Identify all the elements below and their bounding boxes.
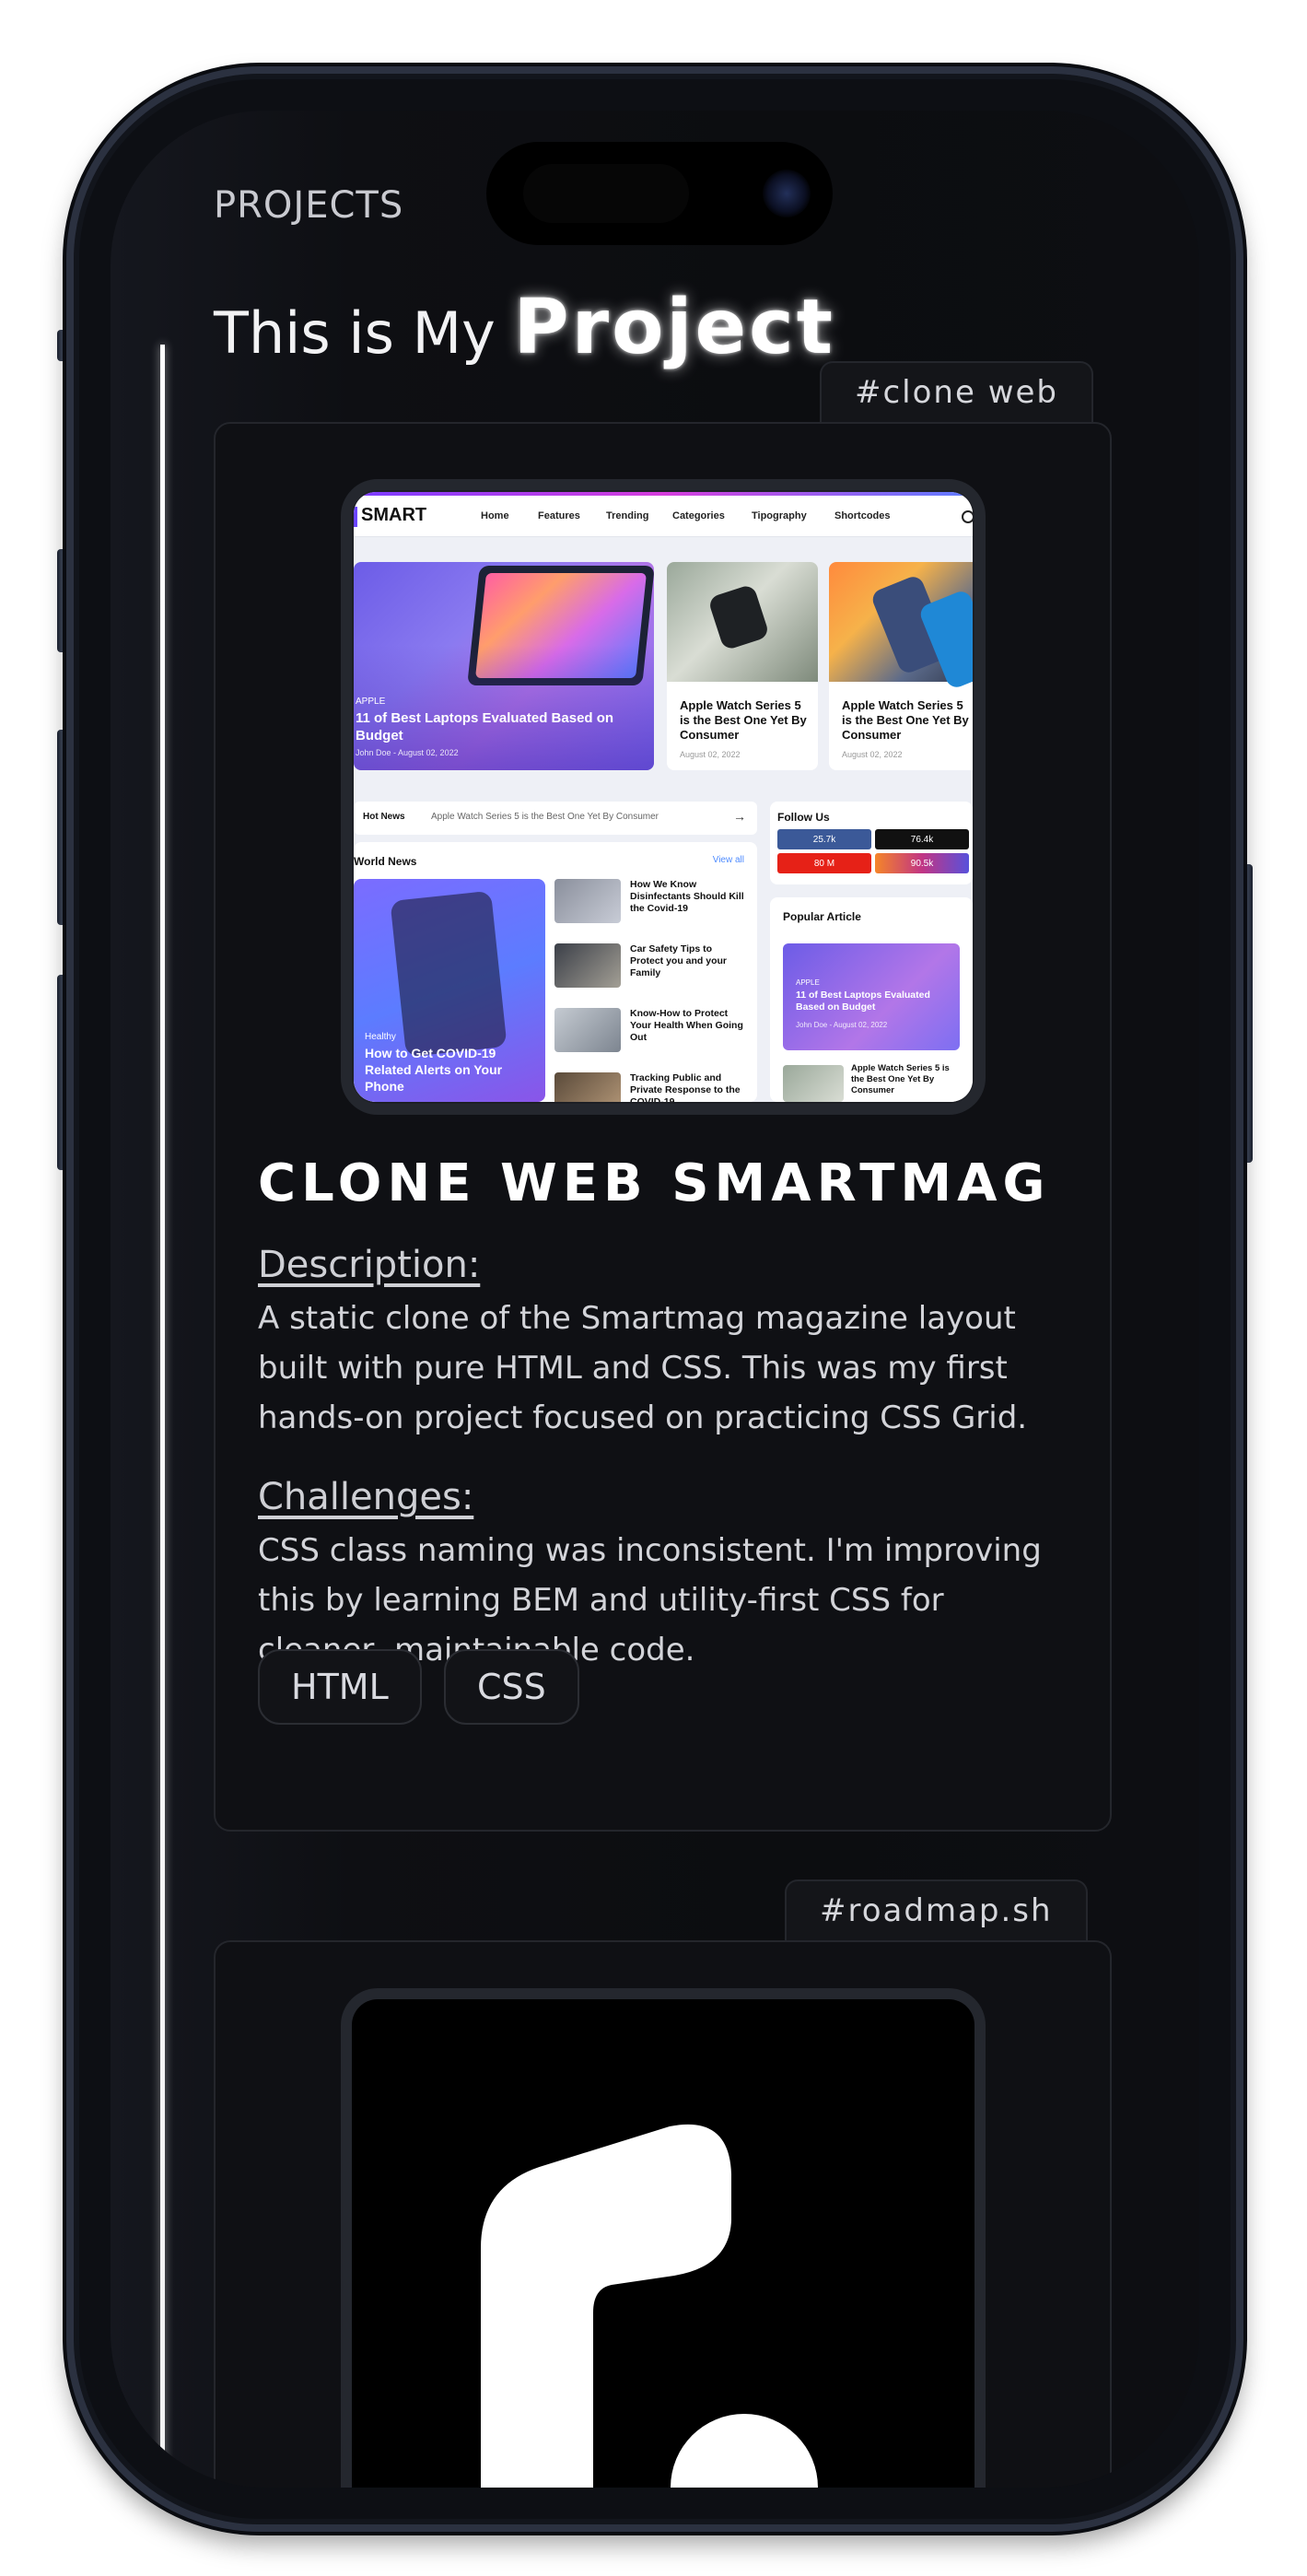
face-id-sensor bbox=[523, 164, 689, 223]
page-title-highlight: Project bbox=[513, 284, 835, 371]
preview-card-title: Apple Watch Series 5 is the Best One Yet… bbox=[680, 698, 807, 742]
preview-popular-panel: Popular Article APPLE 11 of Best Laptops… bbox=[770, 897, 973, 1102]
preview-hot-news: Hot News Apple Watch Series 5 is the Bes… bbox=[354, 802, 757, 835]
preview-follow-panel: Follow Us 25.7k 76.4k 80 M 90.5k bbox=[770, 802, 973, 884]
preview-world-news-title: World News bbox=[354, 855, 417, 868]
youtube-count: 80 M bbox=[777, 853, 871, 873]
project-card bbox=[214, 1940, 1112, 2488]
news-thumbnail bbox=[554, 879, 621, 923]
preview-news-row: Know-How to Protect Your Health When Goi… bbox=[554, 1008, 748, 1061]
preview-nav-item: Tipography bbox=[752, 510, 807, 521]
news-thumbnail bbox=[554, 943, 621, 988]
project-preview-image[interactable]: SMART Home Features Trending Categories … bbox=[341, 479, 986, 1115]
volume-up-button bbox=[57, 549, 66, 652]
preview-world-news: World News View all Healthy How to Get C… bbox=[354, 842, 757, 1102]
preview-logo-mark bbox=[354, 507, 357, 527]
preview-popular-title: Popular Article bbox=[783, 910, 861, 923]
section-label: PROJECTS bbox=[214, 184, 404, 227]
phones-image bbox=[829, 562, 973, 691]
tech-chip-css[interactable]: CSS bbox=[444, 1649, 579, 1725]
news-thumbnail bbox=[783, 1065, 844, 1102]
preview-news-title: Tracking Public and Private Response to … bbox=[630, 1072, 741, 1102]
preview-hot-news-text: Apple Watch Series 5 is the Best One Yet… bbox=[431, 812, 659, 822]
camera-lens-icon bbox=[763, 170, 811, 217]
preview-nav-item: Shortcodes bbox=[834, 510, 891, 521]
instagram-count: 90.5k bbox=[875, 853, 969, 873]
watch-image bbox=[667, 562, 818, 682]
preview-popular-image: APPLE 11 of Best Laptops Evaluated Based… bbox=[783, 943, 960, 1050]
page-title-prefix: This is My bbox=[214, 299, 496, 367]
project-tag[interactable]: #roadmap.sh bbox=[785, 1879, 1088, 1940]
preview-news-row: Car Safety Tips to Protect you and your … bbox=[554, 943, 748, 997]
page-title: This is My Project bbox=[214, 284, 835, 371]
preview-hot-news-label: Hot News bbox=[363, 812, 405, 822]
preview-navbar: SMART Home Features Trending Categories … bbox=[354, 496, 973, 537]
preview-nav-item: Home bbox=[481, 510, 509, 521]
preview-popular-category: APPLE bbox=[796, 978, 820, 987]
roadmap-logo-icon bbox=[481, 2124, 818, 2488]
project-card: SMART Home Features Trending Categories … bbox=[214, 422, 1112, 1832]
timeline-line bbox=[160, 345, 165, 2488]
preview-view-all: View all bbox=[712, 855, 744, 865]
phone-screen: PROJECTS This is My Project #clone web S… bbox=[111, 111, 1199, 2488]
project-preview-image[interactable] bbox=[341, 1988, 986, 2488]
preview-card: Apple Watch Series 5 is the Best One Yet… bbox=[667, 562, 818, 770]
preview-hero: APPLE 11 of Best Laptops Evaluated Based… bbox=[354, 562, 654, 770]
smartmag-preview: SMART Home Features Trending Categories … bbox=[354, 492, 973, 1102]
preview-news-row: How We Know Disinfectants Should Kill th… bbox=[554, 879, 748, 932]
x-count: 76.4k bbox=[875, 829, 969, 849]
preview-hero-category: APPLE bbox=[356, 697, 386, 707]
preview-hero-meta: John Doe - August 02, 2022 bbox=[356, 748, 459, 757]
preview-search-icon bbox=[962, 510, 973, 523]
preview-news-row: Tracking Public and Private Response to … bbox=[554, 1072, 748, 1102]
preview-logo: SMART bbox=[361, 505, 427, 525]
preview-card-date: August 02, 2022 bbox=[842, 750, 903, 759]
preview-feature-category: Healthy bbox=[365, 1032, 396, 1042]
preview-card-date: August 02, 2022 bbox=[680, 750, 741, 759]
preview-card-title: Apple Watch Series 5 is the Best One Yet… bbox=[842, 698, 969, 742]
arrow-right-icon: → bbox=[733, 809, 746, 824]
preview-popular-small: Apple Watch Series 5 is the Best One Yet… bbox=[851, 1063, 950, 1095]
description-text: A static clone of the Smartmag magazine … bbox=[258, 1300, 1028, 1436]
power-button bbox=[1243, 864, 1253, 1163]
preview-feature: Healthy How to Get COVID-19 Related Aler… bbox=[354, 879, 545, 1102]
preview-news-title: How We Know Disinfectants Should Kill th… bbox=[630, 879, 744, 914]
preview-nav-item: Features bbox=[538, 510, 580, 521]
preview-nav-item: Categories bbox=[672, 510, 725, 521]
challenges-heading: Challenges: bbox=[258, 1476, 474, 1518]
project-tag[interactable]: #clone web bbox=[820, 361, 1094, 422]
preview-news-title: Know-How to Protect Your Health When Goi… bbox=[630, 1008, 743, 1043]
preview-hero-title: 11 of Best Laptops Evaluated Based on Bu… bbox=[356, 710, 614, 744]
dynamic-island bbox=[486, 142, 833, 245]
volume-down-button bbox=[57, 730, 66, 925]
volume-down-button-2 bbox=[57, 975, 66, 1170]
preview-popular-meta: John Doe - August 02, 2022 bbox=[796, 1021, 888, 1029]
preview-popular-headline: 11 of Best Laptops Evaluated Based on Bu… bbox=[796, 989, 930, 1013]
news-thumbnail bbox=[554, 1072, 621, 1102]
preview-card: Apple Watch Series 5 is the Best One Yet… bbox=[829, 562, 973, 770]
preview-feature-title: How to Get COVID-19 Related Alerts on Yo… bbox=[365, 1046, 503, 1094]
project-title: CLONE WEB SMARTMAG bbox=[258, 1153, 1051, 1213]
description-heading: Description: bbox=[258, 1244, 481, 1286]
preview-follow-title: Follow Us bbox=[777, 811, 830, 824]
facebook-count: 25.7k bbox=[777, 829, 871, 849]
action-button bbox=[57, 330, 66, 361]
preview-nav-item: Trending bbox=[606, 510, 649, 521]
preview-news-title: Car Safety Tips to Protect you and your … bbox=[630, 943, 728, 978]
tech-chip-html[interactable]: HTML bbox=[258, 1649, 422, 1725]
news-thumbnail bbox=[554, 1008, 621, 1052]
